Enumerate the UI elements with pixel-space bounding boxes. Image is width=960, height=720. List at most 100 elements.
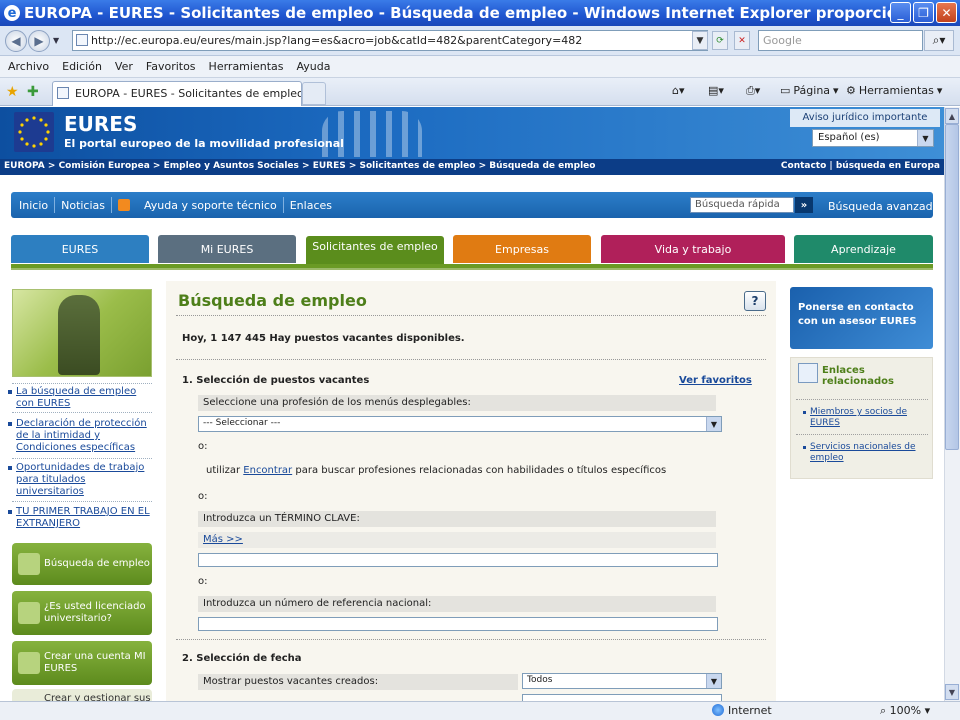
graduate-icon	[18, 602, 40, 624]
tab-page-icon	[57, 87, 69, 99]
find-suffix: para buscar profesiones relacionadas con…	[295, 465, 667, 476]
tab-vida-trabajo[interactable]: Vida y trabajo	[601, 235, 785, 263]
find-link[interactable]: Encontrar	[243, 465, 292, 476]
page-menu-button[interactable]: ▭ Página ▾	[780, 84, 839, 97]
profession-label: Seleccione una profesión de los menús de…	[198, 395, 716, 411]
address-dropdown-icon[interactable]: ▼	[692, 31, 708, 50]
vacancy-count-text: Hoy, 1 147 445 Hay puestos vacantes disp…	[182, 333, 465, 344]
nav-inicio[interactable]: Inicio	[19, 199, 48, 212]
minimize-button[interactable]: _	[890, 2, 911, 23]
left-button-label: Crear una cuenta MI EURES	[44, 651, 146, 674]
chevron-down-icon[interactable]: ▼	[706, 417, 721, 431]
chevron-down-icon[interactable]: ▼	[706, 674, 721, 688]
search-input[interactable]: Google	[758, 30, 923, 51]
keyword-input[interactable]	[198, 553, 718, 567]
tab-mi-eures[interactable]: Mi EURES	[158, 235, 296, 263]
history-dropdown-icon[interactable]: ▼	[53, 36, 59, 45]
stop-icon[interactable]: ✕	[734, 31, 750, 50]
add-favorite-icon[interactable]: ✚	[27, 84, 39, 100]
zoom-level: 100%	[889, 704, 922, 717]
page-title: Búsqueda de empleo	[178, 291, 367, 310]
or-text: o:	[198, 491, 208, 502]
divider	[796, 399, 928, 400]
person-silhouette-image	[58, 295, 100, 375]
back-arrow-icon: ◀	[11, 34, 21, 48]
tab-underline-light	[11, 268, 933, 270]
menu-herramientas[interactable]: Herramientas	[209, 60, 284, 73]
advanced-search-link[interactable]: Búsqueda avanzada	[828, 200, 939, 213]
menu-ver[interactable]: Ver	[115, 60, 133, 73]
tools-menu-button[interactable]: ⚙ Herramientas ▾	[846, 84, 942, 97]
created-select[interactable]: Todos	[522, 673, 722, 689]
created-label: Mostrar puestos vacantes creados:	[198, 674, 518, 690]
left-link-privacidad[interactable]: Declaración de protección de la intimida…	[8, 418, 152, 454]
reference-label: Introduzca un número de referencia nacio…	[198, 596, 716, 612]
forward-button[interactable]: ▶	[28, 30, 50, 52]
rss-icon[interactable]	[118, 199, 131, 211]
right-link-miembros[interactable]: Miembros y socios de EURES	[803, 407, 928, 429]
print-icon[interactable]: ⎙▾	[746, 84, 760, 98]
tab-aprendizaje[interactable]: Aprendizaje	[794, 235, 933, 263]
refresh-icon[interactable]: ⟳	[712, 31, 728, 50]
scroll-up-icon[interactable]: ▲	[945, 108, 959, 124]
page-menu-label: Página	[793, 84, 831, 97]
browser-tab[interactable]: EUROPA - EURES - Solicitantes de empleo …	[52, 81, 302, 106]
quick-search-input[interactable]: Búsqueda rápida	[690, 197, 794, 213]
globe-icon	[712, 704, 724, 716]
tab-empresas[interactable]: Empresas	[453, 235, 591, 263]
keyword-label: Introduzca un TÉRMINO CLAVE:	[198, 511, 716, 527]
nav-enlaces[interactable]: Enlaces	[290, 199, 332, 212]
left-link-primer-trabajo[interactable]: TU PRIMER TRABAJO EN EL EXTRANJERO	[8, 506, 152, 530]
divider	[796, 434, 928, 435]
nav-noticias[interactable]: Noticias	[61, 199, 105, 212]
left-button-mi-eures[interactable]: Crear una cuenta MI EURES	[12, 641, 152, 685]
left-link-titulados[interactable]: Oportunidades de trabajo para titulados …	[8, 462, 152, 498]
menu-favoritos[interactable]: Favoritos	[146, 60, 196, 73]
tab-eures[interactable]: EURES	[11, 235, 149, 263]
home-icon[interactable]: ⌂▾	[672, 84, 685, 97]
close-button[interactable]: ✕	[936, 2, 957, 23]
chevron-down-icon[interactable]: ▼	[917, 130, 933, 146]
contact-links[interactable]: Contacto | búsqueda en Europa	[781, 161, 940, 171]
gear-icon: ⚙	[846, 84, 856, 97]
menu-edicion[interactable]: Edición	[62, 60, 102, 73]
quick-search-button[interactable]: »	[795, 197, 813, 213]
search-icon[interactable]: ⌕▾	[924, 30, 954, 51]
left-button-busqueda[interactable]: Búsqueda de empleo	[12, 543, 152, 585]
favorites-star-icon[interactable]: ★	[6, 84, 19, 100]
language-select[interactable]: Español (es)	[812, 129, 934, 147]
site-subtitle: El portal europeo de la movilidad profes…	[64, 137, 344, 150]
scroll-down-icon[interactable]: ▼	[945, 684, 959, 700]
nav-ayuda[interactable]: Ayuda y soporte técnico	[144, 199, 277, 212]
divider	[12, 501, 152, 502]
left-button-gestionar[interactable]: Crear y gestionar sus	[12, 689, 152, 701]
menu-ayuda[interactable]: Ayuda	[296, 60, 330, 73]
more-link[interactable]: Más >>	[203, 534, 243, 545]
left-link-busqueda[interactable]: La búsqueda de empleo con EURES	[8, 386, 152, 410]
zoom-control[interactable]: ⌕ 100% ▾	[880, 704, 930, 718]
left-button-licenciado[interactable]: ¿Es usted licenciado universitario?	[12, 591, 152, 635]
section-1-heading: 1. Selección de puestos vacantes	[182, 375, 370, 386]
help-button[interactable]: ?	[744, 291, 766, 311]
new-tab-button[interactable]	[302, 82, 326, 105]
view-favorites-link[interactable]: Ver favoritos	[679, 375, 752, 386]
left-button-label: ¿Es usted licenciado universitario?	[44, 601, 146, 624]
profession-select[interactable]: --- Seleccionar ---	[198, 416, 722, 432]
right-link-servicios[interactable]: Servicios nacionales de empleo	[803, 442, 928, 464]
eu-flag-logo[interactable]	[14, 112, 54, 152]
next-select[interactable]	[522, 694, 722, 701]
back-button[interactable]: ◀	[5, 30, 27, 52]
contact-advisor-box[interactable]: Ponerse en contacto con un asesor EURES	[790, 287, 933, 349]
divider	[176, 639, 766, 640]
reference-input[interactable]	[198, 617, 718, 631]
menu-archivo[interactable]: Archivo	[8, 60, 49, 73]
legal-notice-link[interactable]: Aviso jurídico importante	[790, 109, 940, 127]
ie-logo-icon: e	[4, 5, 20, 21]
account-icon	[18, 652, 40, 674]
scrollbar-thumb[interactable]	[945, 124, 959, 450]
address-input[interactable]: http://ec.europa.eu/eures/main.jsp?lang=…	[72, 30, 708, 51]
left-button-label: Búsqueda de empleo	[44, 558, 150, 569]
feeds-icon[interactable]: ▤▾	[708, 84, 724, 97]
maximize-button[interactable]: ❐	[913, 2, 934, 23]
magnifier-icon	[18, 553, 40, 575]
